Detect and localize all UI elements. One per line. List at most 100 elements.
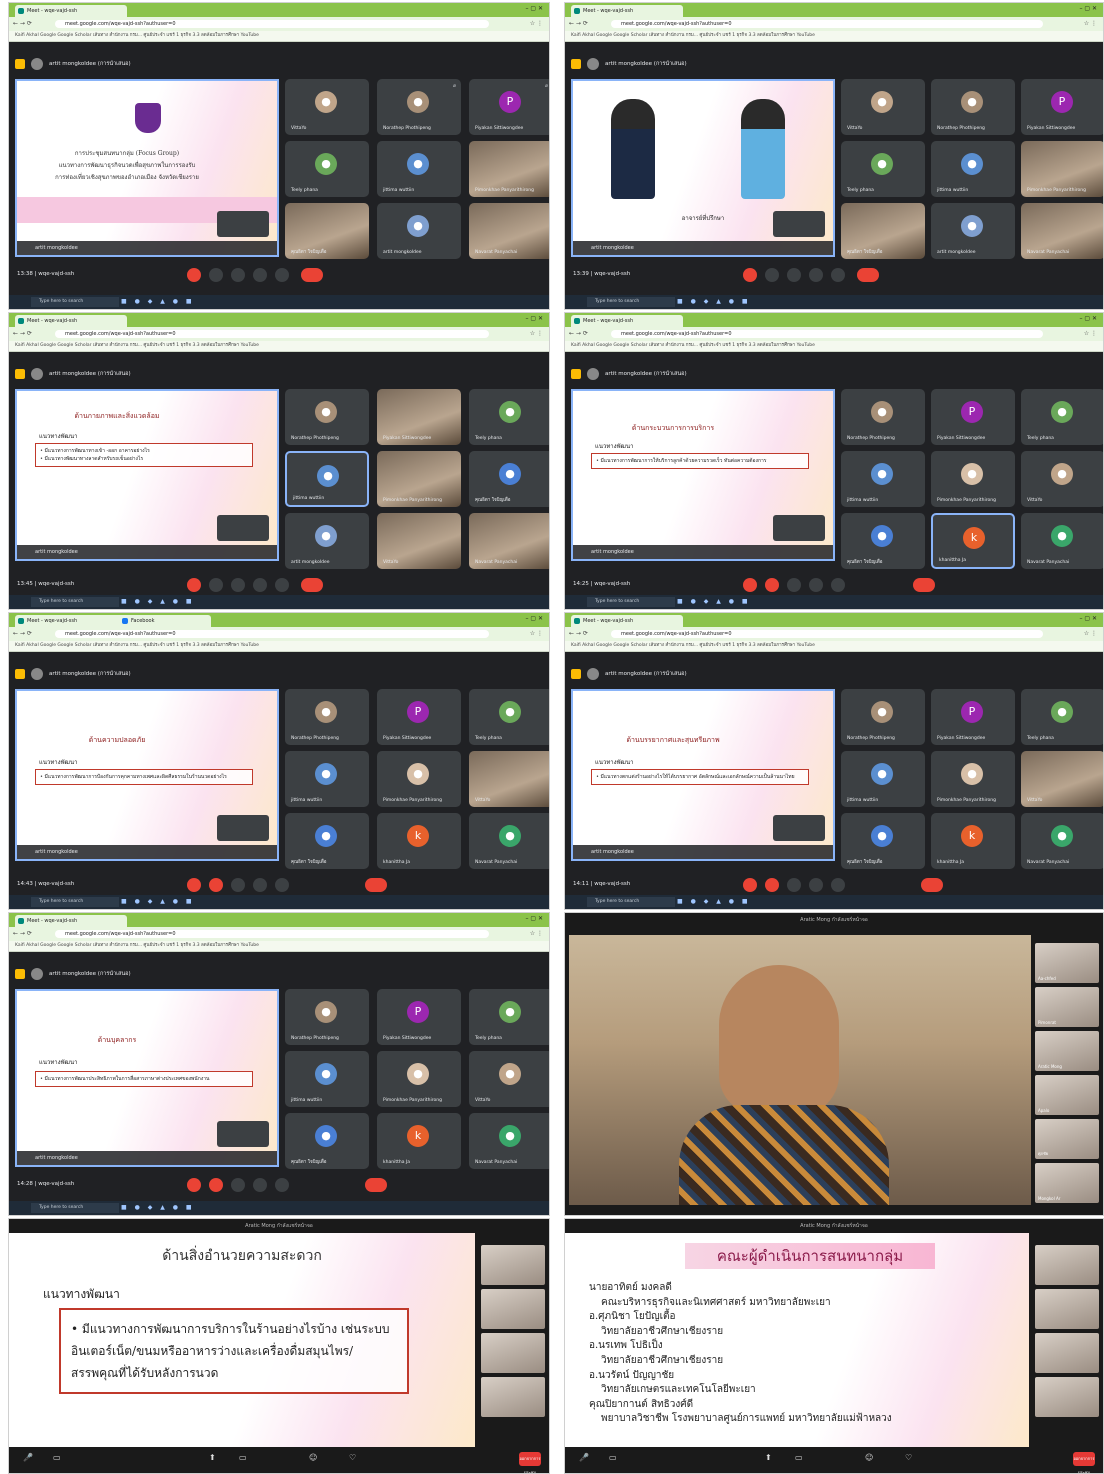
participant-tile[interactable]: P Piyakan Sittiwongdee bbox=[377, 989, 461, 1045]
video-icon[interactable]: ▭ bbox=[609, 1453, 617, 1462]
self-view-tile[interactable] bbox=[773, 515, 825, 541]
camera-toggle-button[interactable] bbox=[209, 268, 223, 282]
gallery-thumb[interactable]: Mongkol Ar bbox=[1035, 1163, 1099, 1203]
participant-tile[interactable]: k khanittha Ja bbox=[931, 513, 1015, 569]
participant-tile[interactable]: P Piyakan Sittiwongdee bbox=[931, 389, 1015, 445]
participant-tile[interactable]: ● Teely phana bbox=[1021, 689, 1103, 745]
captions-button[interactable] bbox=[231, 878, 245, 892]
leave-call-button[interactable] bbox=[365, 1178, 387, 1192]
self-view-tile[interactable] bbox=[217, 211, 269, 237]
reactions-icon[interactable]: ♡ bbox=[905, 1453, 912, 1462]
nav-arrows-icon[interactable]: ← → ⟳ bbox=[13, 20, 32, 27]
taskbar-search[interactable]: Type here to search bbox=[31, 297, 119, 307]
url-field[interactable]: meet.google.com/wqe-vajd-ssh?authuser=0 bbox=[55, 20, 489, 28]
share-icon[interactable]: ⬆ bbox=[765, 1453, 772, 1462]
taskbar-apps-icon[interactable]: ■ ● ◆ ▲ ● ■ bbox=[677, 598, 751, 605]
bookmarks-bar[interactable]: Kaifi Akhal Google Google Scholar เส้นทา… bbox=[565, 341, 1103, 352]
self-view-tile[interactable] bbox=[217, 1121, 269, 1147]
participant-tile[interactable]: ● Norathep Phothipeng bbox=[285, 389, 369, 445]
bookmarks-bar[interactable]: Kaifi Akhal Google Google Scholar เส้นทา… bbox=[9, 341, 549, 352]
gallery-thumb[interactable] bbox=[481, 1333, 545, 1373]
nav-arrows-icon[interactable]: ← → ⟳ bbox=[13, 330, 32, 337]
taskbar-search[interactable]: Type here to search bbox=[31, 897, 119, 907]
raise-hand-button[interactable] bbox=[275, 268, 289, 282]
mic-icon[interactable]: 🎤 bbox=[579, 1453, 589, 1462]
chat-icon[interactable]: ▭ bbox=[795, 1453, 803, 1462]
share-icon[interactable]: ⬆ bbox=[209, 1453, 216, 1462]
taskbar-apps-icon[interactable]: ■ ● ◆ ▲ ● ■ bbox=[121, 598, 195, 605]
participant-tile[interactable]: ● VittaYo bbox=[285, 79, 369, 135]
present-button[interactable] bbox=[253, 1178, 267, 1192]
window-controls-icon[interactable]: – ▢ ✕ bbox=[525, 615, 543, 622]
window-controls-icon[interactable]: – ▢ ✕ bbox=[1079, 615, 1097, 622]
participant-tile[interactable]: ● คุณธิตา ใจบิญเตื่อ bbox=[285, 1113, 369, 1169]
self-view-tile[interactable] bbox=[217, 815, 269, 841]
captions-button[interactable] bbox=[787, 878, 801, 892]
captions-button[interactable] bbox=[231, 268, 245, 282]
nav-arrows-icon[interactable]: ← → ⟳ bbox=[569, 630, 588, 637]
participant-tile[interactable]: ● Teely phana bbox=[841, 141, 925, 197]
mic-toggle-button[interactable] bbox=[743, 268, 757, 282]
mic-toggle-button[interactable] bbox=[187, 1178, 201, 1192]
gallery-thumb[interactable] bbox=[1035, 1333, 1099, 1373]
browser-tab[interactable]: Meet - wqe-vajd-ssh bbox=[571, 615, 683, 627]
taskbar-search[interactable]: Type here to search bbox=[587, 297, 675, 307]
video-icon[interactable]: ▭ bbox=[53, 1453, 61, 1462]
present-button[interactable] bbox=[809, 268, 823, 282]
participant-tile[interactable]: VittaYo bbox=[377, 513, 461, 569]
bookmarks-bar[interactable]: Kaifi Akhal Google Google Scholar เส้นทา… bbox=[565, 641, 1103, 652]
participant-tile[interactable]: ● jittima wuttiin bbox=[931, 141, 1015, 197]
participant-tile[interactable]: VittaYo bbox=[469, 751, 549, 807]
gallery-thumb[interactable]: ศุภชัย bbox=[1035, 1119, 1099, 1159]
nav-arrows-icon[interactable]: ← → ⟳ bbox=[569, 20, 588, 27]
browser-tab[interactable]: Meet - wqe-vajd-ssh bbox=[15, 915, 127, 927]
window-controls-icon[interactable]: – ▢ ✕ bbox=[1079, 5, 1097, 12]
participant-tile[interactable]: ● Norathep Phothipeng bbox=[841, 689, 925, 745]
participant-tile[interactable]: P ⌀ Piyakan Sittiwongdee bbox=[469, 79, 549, 135]
participant-tile[interactable]: Navarat Panyachai bbox=[469, 513, 549, 569]
self-view-tile[interactable] bbox=[773, 211, 825, 237]
participant-tile[interactable]: คุณธิตา ใจบิญเตื่อ bbox=[285, 203, 369, 259]
participant-tile[interactable]: ● Teely phana bbox=[469, 989, 549, 1045]
browser-menu-icon[interactable]: ☆ ⋮ bbox=[530, 930, 543, 937]
present-button[interactable] bbox=[253, 878, 267, 892]
browser-menu-icon[interactable]: ☆ ⋮ bbox=[530, 330, 543, 337]
camera-toggle-button[interactable] bbox=[209, 578, 223, 592]
participant-tile[interactable]: ● Navarat Panyachai bbox=[1021, 813, 1103, 869]
window-controls-icon[interactable]: – ▢ ✕ bbox=[1079, 315, 1097, 322]
browser-tab[interactable]: Meet - wqe-vajd-ssh bbox=[571, 315, 683, 327]
participant-tile[interactable]: ● ⌀ Norathep Phothipeng bbox=[377, 79, 461, 135]
gallery-thumb[interactable]: Aa-chfed bbox=[1035, 943, 1099, 983]
taskbar-search[interactable]: Type here to search bbox=[587, 897, 675, 907]
browser-menu-icon[interactable]: ☆ ⋮ bbox=[1084, 630, 1097, 637]
participants-icon[interactable]: ☺ bbox=[865, 1453, 873, 1462]
participant-tile[interactable]: ● Pimonkhae Panyarithirong bbox=[931, 451, 1015, 507]
captions-button[interactable] bbox=[231, 1178, 245, 1192]
gallery-thumb[interactable]: Apalo bbox=[1035, 1075, 1099, 1115]
participant-tile[interactable]: ● คุณธิตา ใจบิญเตื่อ bbox=[841, 513, 925, 569]
taskbar-search[interactable]: Type here to search bbox=[31, 1203, 119, 1213]
participant-tile[interactable]: ● Pimonkhae Panyarithirong bbox=[377, 751, 461, 807]
camera-toggle-button[interactable] bbox=[765, 268, 779, 282]
participant-tile[interactable]: ● jittima wuttiin bbox=[841, 751, 925, 807]
raise-hand-button[interactable] bbox=[831, 878, 845, 892]
leave-call-button[interactable] bbox=[301, 578, 323, 592]
camera-toggle-button[interactable] bbox=[765, 878, 779, 892]
url-field[interactable]: meet.google.com/wqe-vajd-ssh?authuser=0 bbox=[611, 20, 1043, 28]
camera-toggle-button[interactable] bbox=[765, 578, 779, 592]
browser-tab[interactable]: Meet - wqe-vajd-ssh bbox=[15, 5, 127, 17]
browser-menu-icon[interactable]: ☆ ⋮ bbox=[530, 20, 543, 27]
gallery-thumb[interactable]: Pimonrat bbox=[1035, 987, 1099, 1027]
leave-call-button[interactable] bbox=[365, 878, 387, 892]
participant-tile[interactable]: P Piyakan Sittiwongdee bbox=[931, 689, 1015, 745]
participant-tile[interactable]: k khanittha Ja bbox=[377, 1113, 461, 1169]
browser-tab[interactable]: Facebook bbox=[119, 615, 211, 627]
present-button[interactable] bbox=[809, 878, 823, 892]
raise-hand-button[interactable] bbox=[275, 878, 289, 892]
end-meeting-button[interactable]: ออกจากการประชุม bbox=[519, 1452, 541, 1473]
url-field[interactable]: meet.google.com/wqe-vajd-ssh?authuser=0 bbox=[55, 630, 489, 638]
bookmarks-bar[interactable]: Kaifi Akhal Google Google Scholar เส้นทา… bbox=[565, 31, 1103, 42]
window-controls-icon[interactable]: – ▢ ✕ bbox=[525, 315, 543, 322]
participant-tile[interactable]: Pimonkhae Panyarithirong bbox=[377, 451, 461, 507]
gallery-thumb[interactable] bbox=[481, 1245, 545, 1285]
